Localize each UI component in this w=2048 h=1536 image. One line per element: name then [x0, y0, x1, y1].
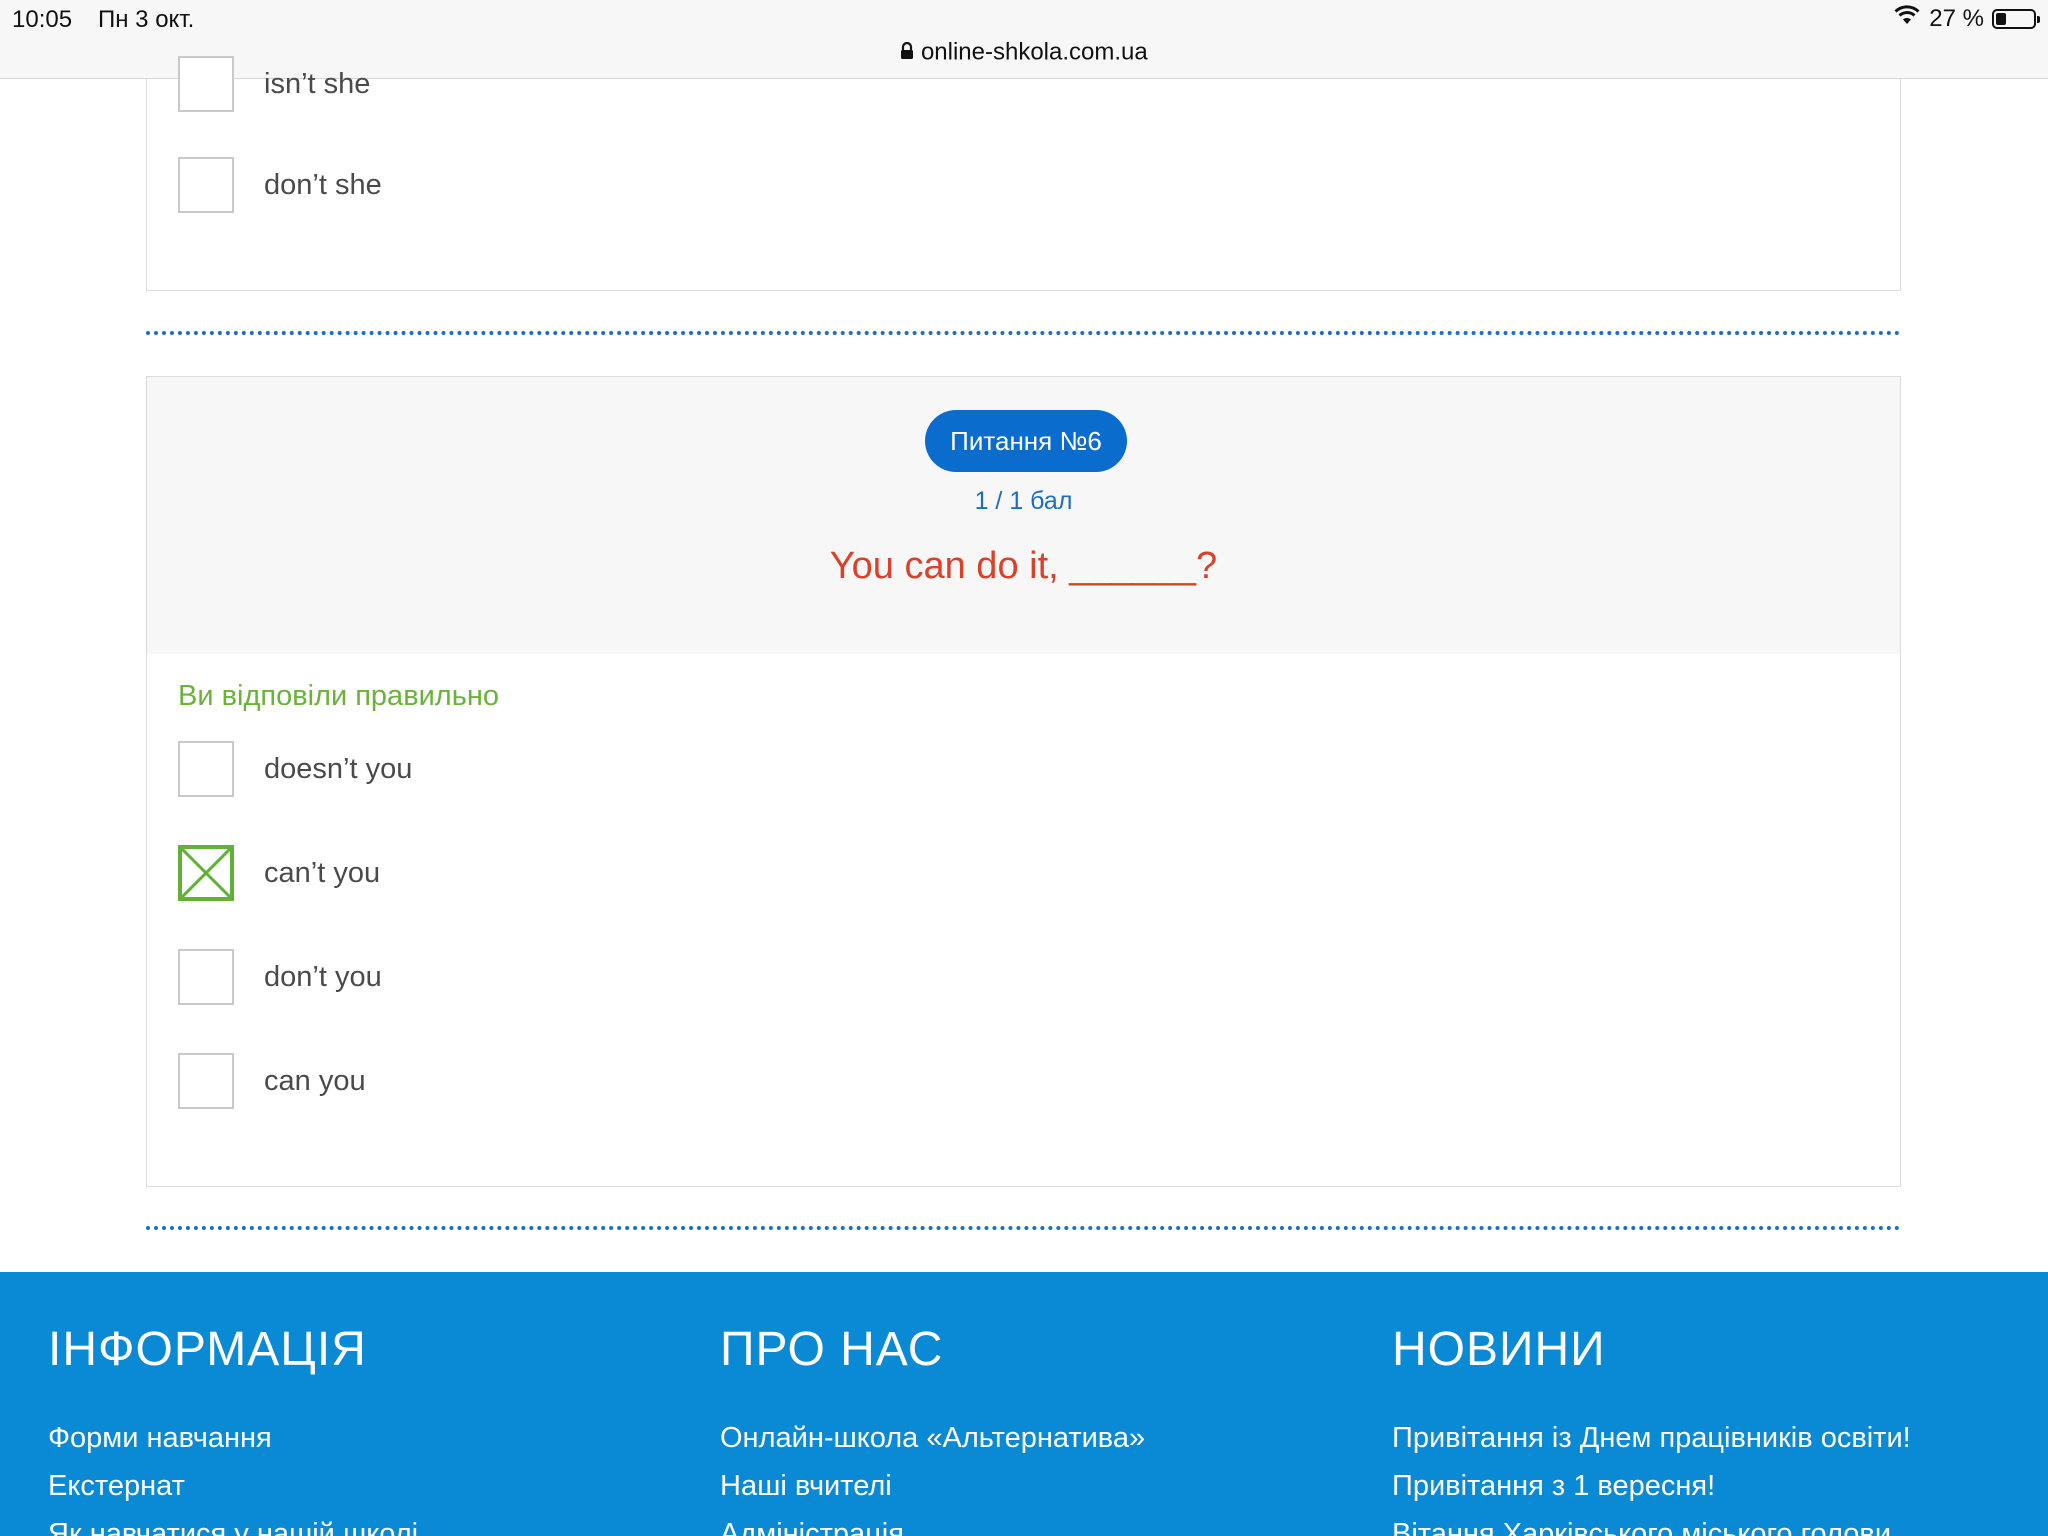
question-panel: Питання №6 1 / 1 бал You can do it, ____… — [146, 376, 1901, 1187]
checked-cross-icon — [182, 849, 230, 897]
question-number-badge: Питання №6 — [925, 410, 1127, 472]
footer-heading: ПРО НАС — [720, 1323, 944, 1376]
answer-option[interactable]: don’t she — [178, 155, 382, 215]
status-indicators: 27 % — [1893, 4, 2040, 33]
question-score: 1 / 1 бал — [974, 487, 1073, 515]
answer-label: can’t you — [264, 856, 381, 889]
answer-option[interactable]: isn’t she — [178, 54, 370, 114]
footer-link[interactable]: Екстернат — [48, 1462, 418, 1510]
question-text: You can do it, ______? — [829, 545, 1218, 587]
footer-link[interactable]: Привітання із Днем працівників освіти! — [1392, 1414, 1911, 1462]
footer-heading: НОВИНИ — [1392, 1323, 1606, 1376]
url-text: online-shkola.com.ua — [920, 38, 1148, 66]
answer-checkbox[interactable] — [178, 741, 234, 797]
answer-label: can you — [264, 1064, 366, 1097]
footer-link[interactable]: Наші вчителі — [720, 1462, 1145, 1510]
answer-checkbox[interactable] — [178, 1053, 234, 1109]
answer-label: don’t she — [264, 168, 382, 201]
footer-column-news: НОВИНИ Привітання із Днем працівників ос… — [1392, 1326, 1911, 1536]
answer-checkbox[interactable] — [178, 56, 234, 112]
footer-link[interactable]: Вітання Харківського міського голови — [1392, 1510, 1911, 1536]
previous-question-panel: isn’t she don’t she — [146, 56, 1901, 291]
footer-column-info: ІНФОРМАЦІЯ Форми навчання Екстернат Як н… — [48, 1326, 418, 1536]
footer-link[interactable]: Форми навчання — [48, 1414, 418, 1462]
footer-link[interactable]: Онлайн-школа «Альтернатива» — [720, 1414, 1145, 1462]
answer-label: don’t you — [264, 960, 382, 993]
status-date: Пн 3 окт. — [98, 6, 195, 33]
section-divider — [146, 331, 1901, 335]
footer-heading: ІНФОРМАЦІЯ — [48, 1323, 367, 1376]
answer-label: isn’t she — [264, 67, 371, 100]
footer-link[interactable]: Адміністрація — [720, 1510, 1145, 1536]
answer-option[interactable]: doesn’t you — [178, 739, 412, 799]
answer-checkbox-checked[interactable] — [178, 845, 234, 901]
section-divider — [146, 1226, 1901, 1230]
wifi-icon — [1893, 4, 1921, 33]
site-footer: ІНФОРМАЦІЯ Форми навчання Екстернат Як н… — [0, 1272, 2048, 1536]
answer-option[interactable]: can’t you — [178, 843, 380, 903]
footer-link[interactable]: Як навчатися у нашій школі — [48, 1510, 418, 1536]
battery-level — [1996, 12, 2006, 25]
status-time: 10:05 — [12, 6, 73, 33]
answer-checkbox[interactable] — [178, 949, 234, 1005]
footer-link[interactable]: Привітання з 1 вересня! — [1392, 1462, 1911, 1510]
lock-icon — [900, 39, 921, 66]
footer-column-about: ПРО НАС Онлайн-школа «Альтернатива» Наші… — [720, 1326, 1145, 1536]
answer-checkbox[interactable] — [178, 157, 234, 213]
battery-percent: 27 % — [1929, 4, 1984, 32]
question-header: Питання №6 1 / 1 бал You can do it, ____… — [147, 377, 1900, 654]
result-message: Ви відповіли правильно — [178, 680, 499, 712]
answer-option[interactable]: can you — [178, 1051, 366, 1111]
battery-icon — [1992, 8, 2040, 29]
answer-label: doesn’t you — [264, 752, 413, 785]
answer-option[interactable]: don’t you — [178, 947, 382, 1007]
